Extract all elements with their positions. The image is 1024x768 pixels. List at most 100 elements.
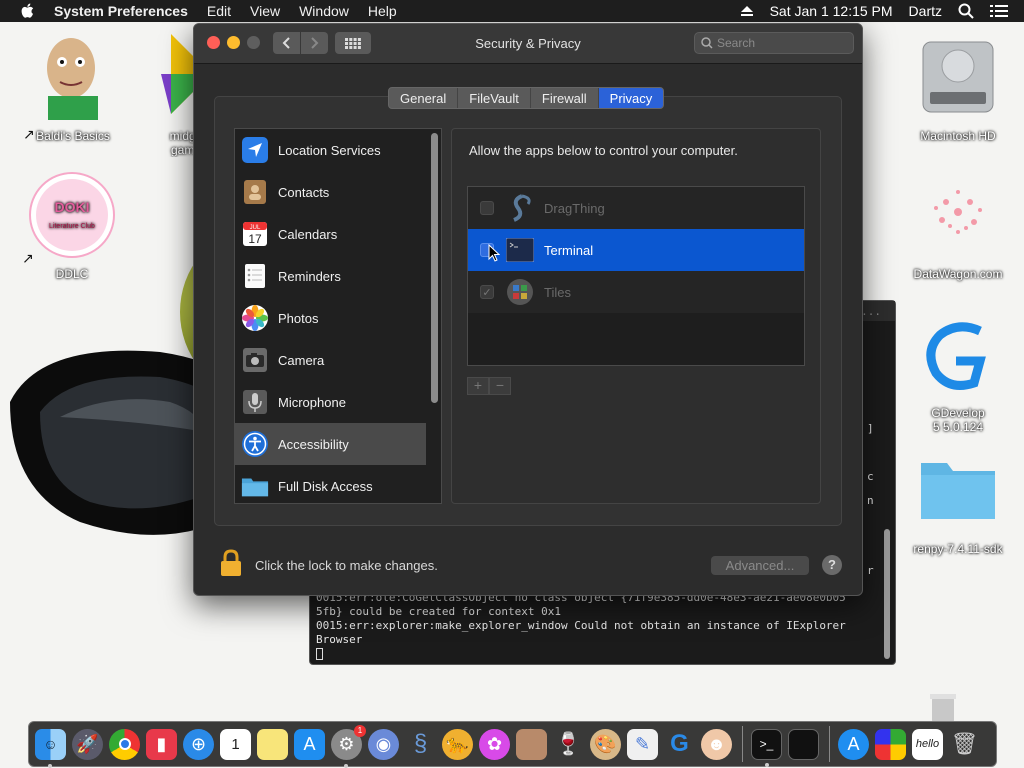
advanced-button[interactable]: Advanced... — [711, 556, 809, 575]
dock-stickies-icon[interactable] — [516, 728, 547, 760]
dock-separator — [829, 726, 830, 762]
folder-icon — [921, 463, 995, 519]
sidebar-scrollbar[interactable] — [431, 133, 438, 403]
sidebar-item-accessibility[interactable]: Accessibility — [235, 423, 426, 465]
dock-tiles-icon[interactable] — [875, 728, 906, 760]
sidebar-item-camera[interactable]: Camera — [235, 339, 426, 381]
menu-help[interactable]: Help — [368, 3, 397, 19]
dragthing-icon — [506, 194, 534, 222]
tab-filevault[interactable]: FileVault — [458, 88, 531, 108]
svg-text:Literature Club: Literature Club — [49, 223, 95, 230]
dock-notes-icon[interactable] — [257, 728, 288, 760]
dock-anime-icon[interactable]: ☻ — [701, 728, 732, 760]
menubar-clock[interactable]: Sat Jan 1 12:15 PM — [770, 3, 893, 19]
tab-general[interactable]: General — [389, 88, 459, 108]
spotlight-search-icon[interactable] — [958, 3, 974, 19]
alias-arrow-icon: ↗ — [23, 126, 35, 142]
desktop-icon-baldis-basics[interactable]: ↗ Baldi's Basics — [23, 34, 123, 143]
app-row-terminal[interactable]: Terminal — [468, 229, 804, 271]
terminal-scrollbar[interactable] — [884, 529, 890, 659]
desktop-icon-gdevelop[interactable]: GDevelop 5 5.0.124 — [908, 317, 1008, 434]
app-name: Tiles — [544, 284, 571, 300]
lock-icon[interactable] — [220, 549, 242, 577]
datawagon-dots-icon — [934, 190, 982, 234]
gdevelop-logo-icon — [926, 322, 986, 390]
desktop-icon-ddlc[interactable]: DOKI Literature Club ↗ DDLC — [22, 172, 122, 281]
sidebar-item-photos[interactable]: Photos — [235, 297, 426, 339]
app-menu-system-preferences[interactable]: System Preferences — [54, 3, 188, 19]
terminal-line: Browser — [316, 633, 363, 646]
dock-paint-icon[interactable]: 🎨 — [590, 728, 621, 760]
sidebar-item-calendars[interactable]: JUL 17 Calendars — [235, 213, 426, 255]
dock-flashcard-icon[interactable]: ▮ — [146, 728, 177, 760]
app-row-dragthing[interactable]: DragThing — [468, 187, 804, 229]
search-icon — [701, 37, 713, 49]
window-titlebar[interactable]: Security & Privacy — [194, 24, 862, 64]
dock-calendar-icon[interactable]: 1 — [220, 728, 251, 760]
dock-app-store-2-icon[interactable]: A — [838, 728, 869, 760]
menu-view[interactable]: View — [250, 3, 280, 19]
menu-edit[interactable]: Edit — [207, 3, 231, 19]
dock-gdevelop-icon[interactable]: G — [664, 729, 695, 760]
sidebar-item-contacts[interactable]: Contacts — [235, 171, 426, 213]
add-app-button[interactable]: + — [467, 377, 489, 395]
dock-flower-icon[interactable]: ✿ — [479, 728, 510, 760]
terminal-line: 5fb} could be created for context 0x1 — [316, 605, 562, 618]
svg-text:17: 17 — [248, 232, 262, 246]
tab-firewall[interactable]: Firewall — [531, 88, 599, 108]
tiles-app-icon — [506, 278, 534, 306]
app-checkbox[interactable] — [480, 201, 494, 215]
sidebar-item-reminders[interactable]: Reminders — [235, 255, 426, 297]
dock-system-preferences-icon[interactable]: ⚙ 1 — [331, 724, 366, 768]
desktop-icon-renpy[interactable]: renpy-7.4.11-sdk — [908, 447, 1008, 556]
tab-bar: General FileVault Firewall Privacy — [388, 87, 665, 109]
terminal-cursor — [316, 648, 323, 660]
microphone-icon — [241, 388, 269, 416]
location-arrow-icon — [241, 136, 269, 164]
accessibility-pane: Allow the apps below to control your com… — [451, 128, 821, 504]
dock-activity-monitor-icon[interactable] — [788, 728, 819, 760]
dock-hello-icon[interactable]: hello — [912, 728, 943, 760]
baldi-face-icon — [47, 38, 98, 120]
menu-window[interactable]: Window — [299, 3, 349, 19]
dock-finder-icon[interactable]: ☺ — [35, 728, 66, 768]
terminal-edge-char: r — [867, 564, 874, 577]
dock-safari-icon[interactable]: ⊕ — [183, 728, 214, 760]
terminal-edge-char: n — [867, 494, 874, 507]
dock-cheetah-icon[interactable]: 🐆 — [442, 728, 473, 760]
desktop-icon-macintosh-hd[interactable]: Macintosh HD — [908, 34, 1008, 143]
dock-wine-icon[interactable]: 🍷 — [553, 729, 584, 760]
menubar-user[interactable]: Dartz — [909, 3, 942, 19]
app-list: DragThing Terminal ✓ Tiles — [467, 186, 805, 366]
dock-launchpad-icon[interactable]: 🚀 — [72, 728, 103, 760]
alias-arrow-icon: ↗ — [22, 250, 34, 266]
search-input[interactable] — [717, 36, 847, 50]
desktop-icon-datawagon[interactable]: DataWagon.com — [908, 172, 1008, 281]
sidebar-item-label: Microphone — [278, 394, 346, 410]
dock-terminal-icon[interactable]: >_ — [751, 728, 782, 767]
add-remove-controls: + − — [467, 377, 511, 395]
terminal-edge-text: ] c n r — [867, 411, 877, 583]
dock-chrome-icon[interactable] — [109, 728, 140, 760]
running-indicator — [48, 763, 52, 768]
dock-trash-icon[interactable]: 🗑 — [949, 729, 980, 760]
help-button[interactable]: ? — [822, 555, 842, 575]
dock-dragthing-icon[interactable]: § — [405, 729, 436, 760]
dock-app-store-icon[interactable]: A — [294, 728, 325, 760]
search-field[interactable] — [694, 32, 854, 54]
app-row-tiles[interactable]: ✓ Tiles — [468, 271, 804, 313]
sidebar-item-microphone[interactable]: Microphone — [235, 381, 426, 423]
tab-privacy[interactable]: Privacy — [598, 88, 664, 108]
app-checkbox-checked[interactable]: ✓ — [480, 285, 494, 299]
desktop-icon-label: GDevelop 5 5.0.124 — [931, 406, 985, 434]
remove-app-button[interactable]: − — [489, 377, 511, 395]
mouse-pointer-icon — [488, 244, 500, 262]
sidebar-item-full-disk-access[interactable]: Full Disk Access — [235, 465, 426, 503]
notification-center-icon[interactable] — [990, 4, 1008, 18]
dock-network-radar-icon[interactable]: ◉ — [368, 728, 399, 760]
desktop-icon-label: Macintosh HD — [920, 129, 996, 143]
dock-textedit-icon[interactable]: ✎ — [627, 728, 658, 760]
sidebar-item-location-services[interactable]: Location Services — [235, 129, 426, 171]
apple-logo-icon[interactable] — [18, 1, 38, 21]
eject-icon[interactable] — [740, 5, 754, 17]
